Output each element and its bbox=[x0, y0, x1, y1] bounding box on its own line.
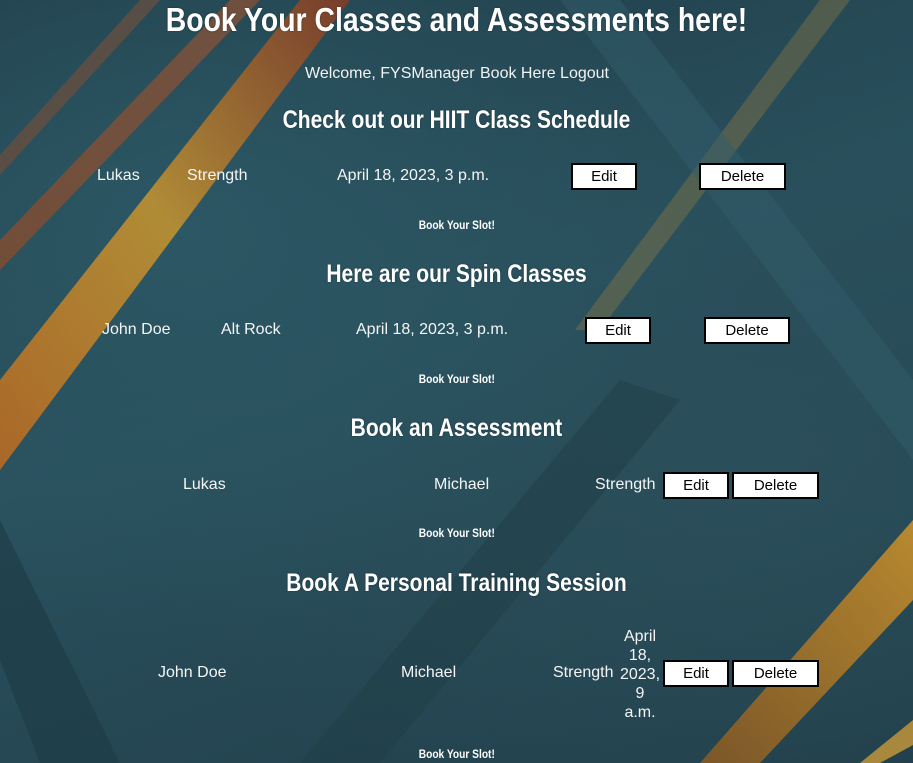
hiit-class-type: Strength bbox=[187, 167, 248, 184]
welcome-text: Welcome, FYSManager bbox=[305, 65, 475, 82]
spin-edit-button[interactable]: Edit bbox=[585, 317, 651, 344]
pt-book-slot-link[interactable]: Book Your Slot! bbox=[0, 747, 913, 761]
spin-book-slot-label: Book Your Slot! bbox=[418, 372, 495, 386]
assessment-client: Lukas bbox=[183, 476, 226, 493]
page-title: Book Your Classes and Assessments here! bbox=[165, 1, 748, 38]
assessment-trainer: Michael bbox=[434, 476, 490, 493]
assessment-type: Strength bbox=[595, 476, 656, 493]
pt-datetime-line: April bbox=[623, 628, 656, 645]
spin-section-title: Here are our Spin Classes bbox=[326, 260, 587, 288]
pt-datetime-line: 9 bbox=[635, 685, 645, 702]
pt-edit-button[interactable]: Edit bbox=[663, 660, 729, 687]
assessment-section-title: Book an Assessment bbox=[350, 414, 563, 442]
assessment-edit-button[interactable]: Edit bbox=[663, 472, 729, 499]
spin-datetime: April 18, 2023, 3 p.m. bbox=[356, 321, 509, 338]
pt-book-slot-label: Book Your Slot! bbox=[418, 747, 495, 761]
top-nav: Welcome, FYSManager Book Here Logout bbox=[0, 65, 913, 83]
pt-type: Strength bbox=[553, 664, 614, 681]
pt-datetime: April 18, 2023, 9 a.m. bbox=[618, 627, 662, 722]
spin-class-type: Alt Rock bbox=[221, 321, 281, 338]
assessment-book-slot-link[interactable]: Book Your Slot! bbox=[0, 526, 913, 540]
pt-delete-button[interactable]: Delete bbox=[732, 660, 819, 687]
hiit-instructor: Lukas bbox=[97, 167, 140, 184]
pt-datetime-line: 2023, bbox=[619, 666, 661, 683]
hiit-section-title: Check out our HIIT Class Schedule bbox=[282, 106, 631, 134]
pt-section-title: Book A Personal Training Session bbox=[286, 569, 627, 597]
logout-link[interactable]: Logout bbox=[560, 65, 609, 82]
assessment-book-slot-label: Book Your Slot! bbox=[418, 526, 495, 540]
assessment-delete-button[interactable]: Delete bbox=[732, 472, 819, 499]
hiit-book-slot-link[interactable]: Book Your Slot! bbox=[0, 218, 913, 232]
pt-client: John Doe bbox=[158, 664, 227, 681]
hiit-datetime: April 18, 2023, 3 p.m. bbox=[337, 167, 490, 184]
spin-book-slot-link[interactable]: Book Your Slot! bbox=[0, 372, 913, 386]
hiit-edit-button[interactable]: Edit bbox=[571, 163, 637, 190]
book-here-link[interactable]: Book Here bbox=[480, 65, 556, 82]
spin-delete-button[interactable]: Delete bbox=[704, 317, 790, 344]
hiit-book-slot-label: Book Your Slot! bbox=[418, 218, 495, 232]
pt-datetime-line: 18, bbox=[628, 647, 652, 664]
hiit-delete-button[interactable]: Delete bbox=[699, 163, 786, 190]
spin-instructor: John Doe bbox=[102, 321, 171, 338]
pt-trainer: Michael bbox=[401, 664, 457, 681]
pt-datetime-line: a.m. bbox=[624, 704, 656, 721]
